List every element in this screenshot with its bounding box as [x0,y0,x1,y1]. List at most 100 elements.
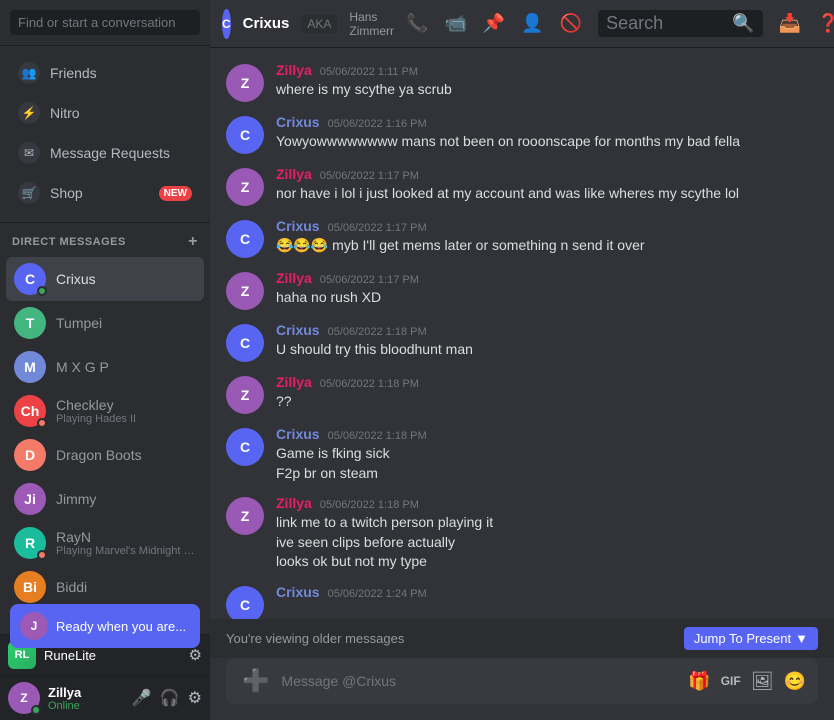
microphone-icon[interactable]: 🎤 [132,688,152,708]
toast-notification[interactable]: J Ready when you are... [10,604,200,648]
dm-item-name-tumpei: Tumpei [56,315,102,331]
message-input-field[interactable] [281,662,680,700]
nitro-icon: ⚡ [18,102,40,124]
user-avatar: Z [8,682,40,714]
msg-text-8a: link me to a twitch person playing it [276,513,818,533]
sticker-icon[interactable]: 🖼 [751,671,774,692]
dm-item-info-dragon-boots: Dragon Boots [56,447,142,463]
dm-item-rayn[interactable]: R RayN Playing Marvel's Midnight Suns [6,521,204,565]
dm-item-info-mxgp: M X G P [56,359,109,375]
older-messages-banner: You're viewing older messages Jump To Pr… [210,619,834,658]
msg-avatar-zillya-2: Z [226,168,264,206]
msg-content-8: Zillya 05/06/2022 1:18 PM link me to a t… [276,495,818,572]
msg-timestamp-9: 05/06/2022 1:24 PM [328,588,427,600]
search-input[interactable] [10,10,200,35]
avatar-crixus: C [14,263,46,295]
msg-avatar-crixus-9: C [226,586,264,619]
message-requests-icon: ✉ [18,142,40,164]
sidebar: 👥 Friends ⚡ Nitro ✉ Message Requests 🛒 S… [0,0,210,720]
msg-timestamp-4: 05/06/2022 1:17 PM [320,274,419,286]
voice-call-icon[interactable]: 📞 [406,13,428,34]
msg-text-1: Yowyowwwwwwww mans not been on rooonscap… [276,132,818,152]
gift-icon[interactable]: 🎁 [688,671,710,692]
topbar-search[interactable]: Search 🔍 [598,10,762,37]
jump-to-present-button[interactable]: Jump To Present ▼ [684,627,818,650]
sidebar-item-shop[interactable]: 🛒 Shop NEW [6,174,204,212]
nav-items: 👥 Friends ⚡ Nitro ✉ Message Requests 🛒 S… [0,46,210,223]
add-dm-button[interactable]: + [188,233,198,251]
dm-item-name-checkley: Checkley [56,397,136,413]
help-icon[interactable]: ❓ [817,13,834,34]
msg-username-2: Zillya [276,166,312,182]
gif-icon[interactable]: GIF [721,674,741,688]
msg-content-2: Zillya 05/06/2022 1:17 PM nor have i lol… [276,166,818,206]
msg-text-2: nor have i lol i just looked at my accou… [276,184,818,204]
msg-header-9: Crixus 05/06/2022 1:24 PM [276,584,818,600]
dm-item-info-checkley: Checkley Playing Hades II [56,397,136,425]
msg-username-9: Crixus [276,584,320,600]
msg-text-7b: F2p br on steam [276,464,818,484]
toast-avatar: J [20,612,48,640]
dm-item-tumpei[interactable]: T Tumpei [6,301,204,345]
add-attachment-button[interactable]: ➕ [238,658,273,704]
msg-header-6: Zillya 05/06/2022 1:18 PM [276,374,818,390]
headphones-icon[interactable]: 🎧 [160,688,180,708]
search-icon: 🔍 [732,13,754,34]
dm-item-name-crixus: Crixus [56,271,96,287]
dm-item-info-jimmy: Jimmy [56,491,96,507]
msg-header-2: Zillya 05/06/2022 1:17 PM [276,166,818,182]
sidebar-item-message-requests[interactable]: ✉ Message Requests [6,134,204,172]
msg-username-3: Crixus [276,218,320,234]
avatar-checkley: Ch [14,395,46,427]
msg-avatar-crixus-5: C [226,324,264,362]
add-friend-icon[interactable]: 👤 [521,13,543,34]
msg-avatar-crixus-3: C [226,220,264,258]
msg-header-0: Zillya 05/06/2022 1:11 PM [276,62,818,78]
emoji-icon[interactable]: 😊 [784,671,806,692]
shop-icon: 🛒 [18,182,40,204]
runelite-name: RuneLite [44,648,181,663]
avatar-dragon-boots: D [14,439,46,471]
dm-header: DIRECT MESSAGES + [0,223,210,255]
video-call-icon[interactable]: 📹 [444,13,466,34]
msg-content-6: Zillya 05/06/2022 1:18 PM ?? [276,374,818,414]
topbar-username: Crixus [243,15,290,32]
msg-header-8: Zillya 05/06/2022 1:18 PM [276,495,818,511]
dm-item-info-tumpei: Tumpei [56,315,102,331]
msg-username-0: Zillya [276,62,312,78]
dm-item-dragon-boots[interactable]: D Dragon Boots [6,433,204,477]
msg-timestamp-6: 05/06/2022 1:18 PM [320,378,419,390]
message-group-6: Z Zillya 05/06/2022 1:18 PM ?? [210,370,834,418]
runelite-settings-icon[interactable]: ⚙ [189,646,202,664]
msg-content-4: Zillya 05/06/2022 1:17 PM haha no rush X… [276,270,818,310]
dm-item-status-rayn: Playing Marvel's Midnight Suns [56,545,196,557]
sidebar-search-bar[interactable] [0,0,210,46]
dm-item-crixus[interactable]: C Crixus [6,257,204,301]
sidebar-item-nitro[interactable]: ⚡ Nitro [6,94,204,132]
user-status-dot [31,705,41,715]
dm-item-info-biddi: Biddi [56,579,87,595]
user-status-label: Online [48,700,124,712]
dm-item-name-biddi: Biddi [56,579,87,595]
dm-item-biddi[interactable]: Bi Biddi [6,565,204,609]
pin-icon[interactable]: 📌 [483,13,505,34]
dm-item-checkley[interactable]: Ch Checkley Playing Hades II [6,389,204,433]
msg-header-4: Zillya 05/06/2022 1:17 PM [276,270,818,286]
dm-item-mxgp[interactable]: M M X G P [6,345,204,389]
msg-content-1: Crixus 05/06/2022 1:16 PM Yowyowwwwwwww … [276,114,818,154]
block-icon[interactable]: 🚫 [560,13,582,34]
sidebar-user-area: Z Zillya Online 🎤 🎧 ⚙ [0,675,210,720]
main-chat: C Crixus AKA Hans Zimmerr 📞 📹 📌 👤 🚫 Sear… [210,0,834,720]
sidebar-item-friends[interactable]: 👥 Friends [6,54,204,92]
msg-timestamp-2: 05/06/2022 1:17 PM [320,170,419,182]
msg-timestamp-0: 05/06/2022 1:11 PM [320,66,418,78]
dm-inbox-icon[interactable]: 📥 [779,13,801,34]
status-dot-crixus [37,286,47,296]
settings-icon[interactable]: ⚙ [188,688,202,708]
msg-username-6: Zillya [276,374,312,390]
username-label: Zillya [48,685,124,700]
dm-item-info-crixus: Crixus [56,271,96,287]
topbar-aka-name: Hans Zimmerr [349,10,394,38]
dm-item-jimmy[interactable]: Ji Jimmy [6,477,204,521]
user-controls: 🎤 🎧 ⚙ [132,688,202,708]
